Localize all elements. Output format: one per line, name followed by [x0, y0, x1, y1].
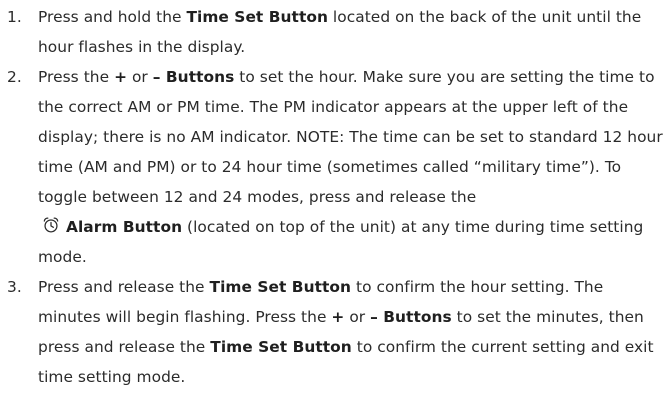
step-text: or: [344, 308, 371, 326]
alarm-button-label: Alarm Button: [66, 218, 183, 236]
minus-buttons-label: – Buttons: [370, 308, 452, 326]
time-set-button-label: Time Set Button: [210, 338, 352, 356]
step-text: Press and hold the: [38, 8, 187, 26]
time-set-button-label: Time Set Button: [209, 278, 352, 296]
time-set-button-label: Time Set Button: [186, 8, 328, 26]
plus-button-label: +: [331, 308, 345, 326]
step-text: Press the: [38, 68, 115, 86]
step-2: 2. Press the + or – Buttons to set the ho…: [0, 62, 668, 272]
plus-button-label: +: [114, 68, 128, 86]
step-text: or: [127, 68, 153, 86]
minus-buttons-label: – Buttons: [152, 68, 235, 86]
step-number: 2.: [7, 68, 22, 86]
step-text: to set the hour. Make sure you are setti…: [38, 68, 663, 206]
step-number: 1.: [7, 8, 22, 26]
step-number: 3.: [7, 278, 22, 296]
alarm-clock-icon: [43, 217, 59, 233]
instruction-list: 1. Press and hold the Time Set Button loc…: [0, 0, 668, 390]
step-text: Press and release the: [38, 278, 210, 296]
step-1: 1. Press and hold the Time Set Button loc…: [0, 2, 668, 62]
step-3: 3. Press and release the Time Set Button …: [0, 272, 668, 392]
